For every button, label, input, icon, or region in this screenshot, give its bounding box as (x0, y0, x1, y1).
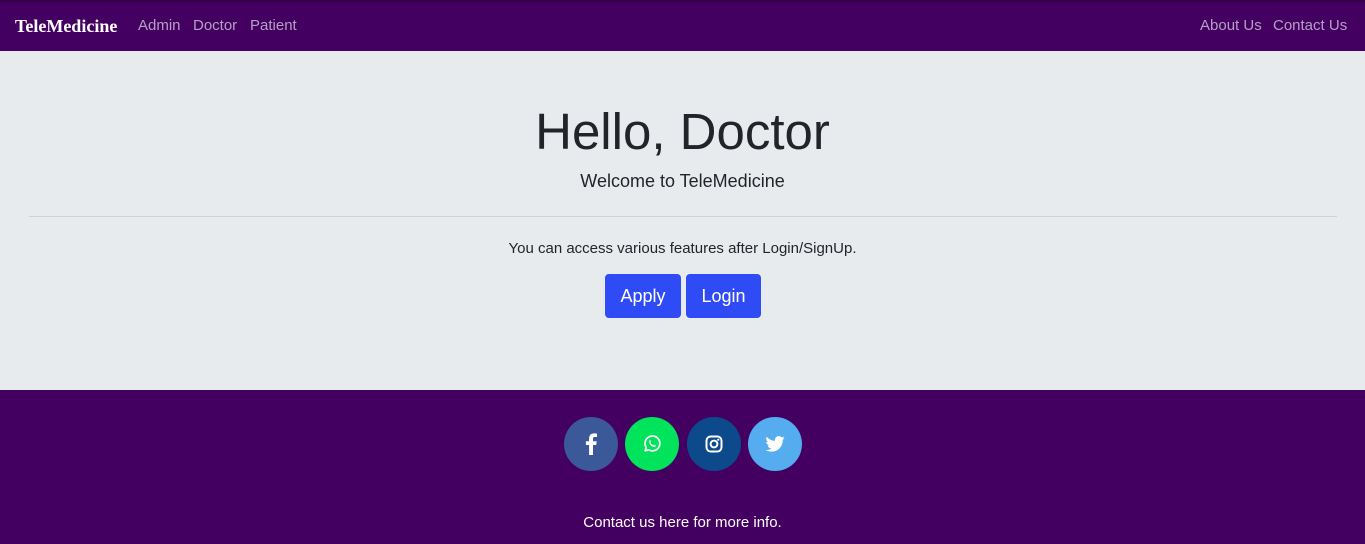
top-navbar: TeleMedicine Admin Doctor Patient About … (0, 0, 1365, 51)
nav-link-patient[interactable]: Patient (250, 17, 297, 35)
hero-section (0, 51, 1365, 390)
facebook-button[interactable] (564, 417, 618, 471)
welcome-subtitle: Welcome to TeleMedicine (580, 171, 785, 191)
apply-button[interactable]: Apply (605, 274, 681, 318)
facebook-icon (585, 433, 597, 455)
info-text: You can access various features after Lo… (508, 240, 857, 257)
brand-link[interactable]: TeleMedicine (15, 15, 117, 37)
login-button[interactable]: Login (686, 274, 761, 318)
whatsapp-icon (642, 434, 662, 454)
nav-link-about-us[interactable]: About Us (1200, 17, 1262, 35)
divider (29, 216, 1337, 217)
whatsapp-button[interactable] (625, 417, 679, 471)
instagram-button[interactable] (687, 417, 741, 471)
nav-link-contact-us[interactable]: Contact Us (1273, 17, 1347, 35)
twitter-button[interactable] (748, 417, 802, 471)
twitter-icon (765, 436, 785, 452)
nav-link-doctor[interactable]: Doctor (193, 17, 237, 35)
instagram-icon (705, 435, 723, 453)
footer-contact-text[interactable]: Contact us here for more info. (0, 514, 1365, 532)
nav-link-admin[interactable]: Admin (138, 17, 181, 35)
page-title: Hello, Doctor (535, 103, 830, 160)
